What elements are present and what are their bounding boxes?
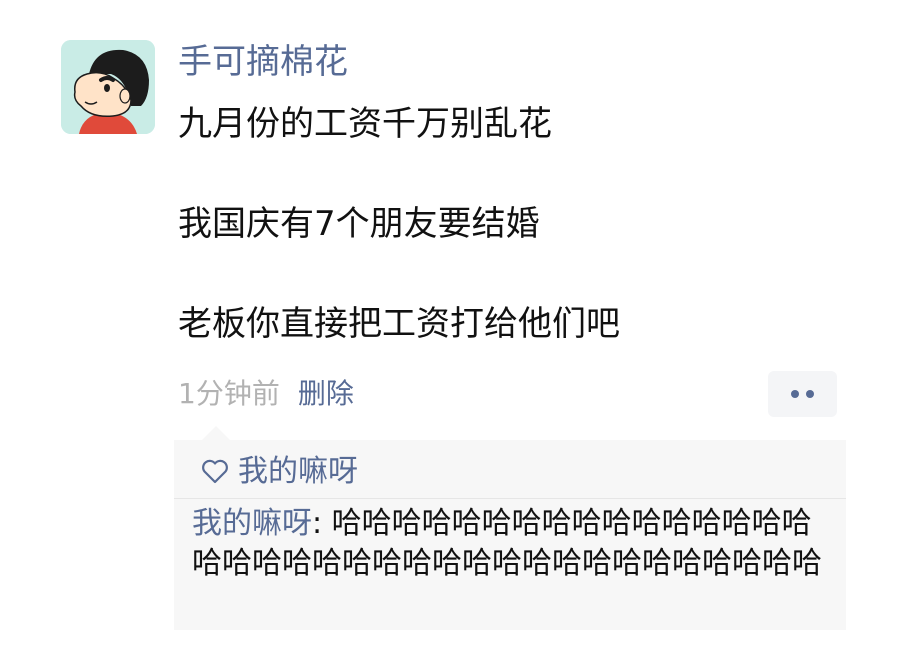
more-actions-button[interactable] xyxy=(768,371,837,417)
commenter-name[interactable]: 我的嘛呀 xyxy=(192,506,312,541)
comment-item[interactable]: 我的嘛呀: 哈哈哈哈哈哈哈哈哈哈哈哈哈哈哈哈哈哈哈哈哈哈哈哈哈哈哈哈哈哈哈哈哈哈… xyxy=(192,504,837,584)
post-text-line: 老板你直接把工资打给他们吧 xyxy=(178,304,620,344)
comment-separator: : xyxy=(312,506,332,541)
author-name[interactable]: 手可摘棉花 xyxy=(178,38,348,86)
likes-row: 我的嘛呀 xyxy=(200,450,358,494)
divider xyxy=(174,498,846,499)
post-content: 九月份的工资千万别乱花 我国庆有7个朋友要结婚 老板你直接把工资打给他们吧 xyxy=(178,100,858,400)
post-text-line: 九月份的工资千万别乱花 xyxy=(178,104,552,144)
heart-outline-icon xyxy=(202,459,228,483)
interaction-panel: 我的嘛呀 我的嘛呀: 哈哈哈哈哈哈哈哈哈哈哈哈哈哈哈哈哈哈哈哈哈哈哈哈哈哈哈哈哈… xyxy=(174,426,846,630)
post-timestamp: 1分钟前 xyxy=(178,377,280,410)
cartoon-boy-avatar-icon xyxy=(61,40,155,134)
moments-post: 手可摘棉花 九月份的工资千万别乱花 我国庆有7个朋友要结婚 老板你直接把工资打给… xyxy=(0,0,914,653)
post-text-line: 我国庆有7个朋友要结婚 xyxy=(178,204,540,244)
avatar[interactable] xyxy=(61,40,155,134)
post-meta: 1分钟前 删除 xyxy=(178,372,354,416)
delete-link[interactable]: 删除 xyxy=(298,377,354,410)
like-user-name[interactable]: 我的嘛呀 xyxy=(238,454,358,489)
